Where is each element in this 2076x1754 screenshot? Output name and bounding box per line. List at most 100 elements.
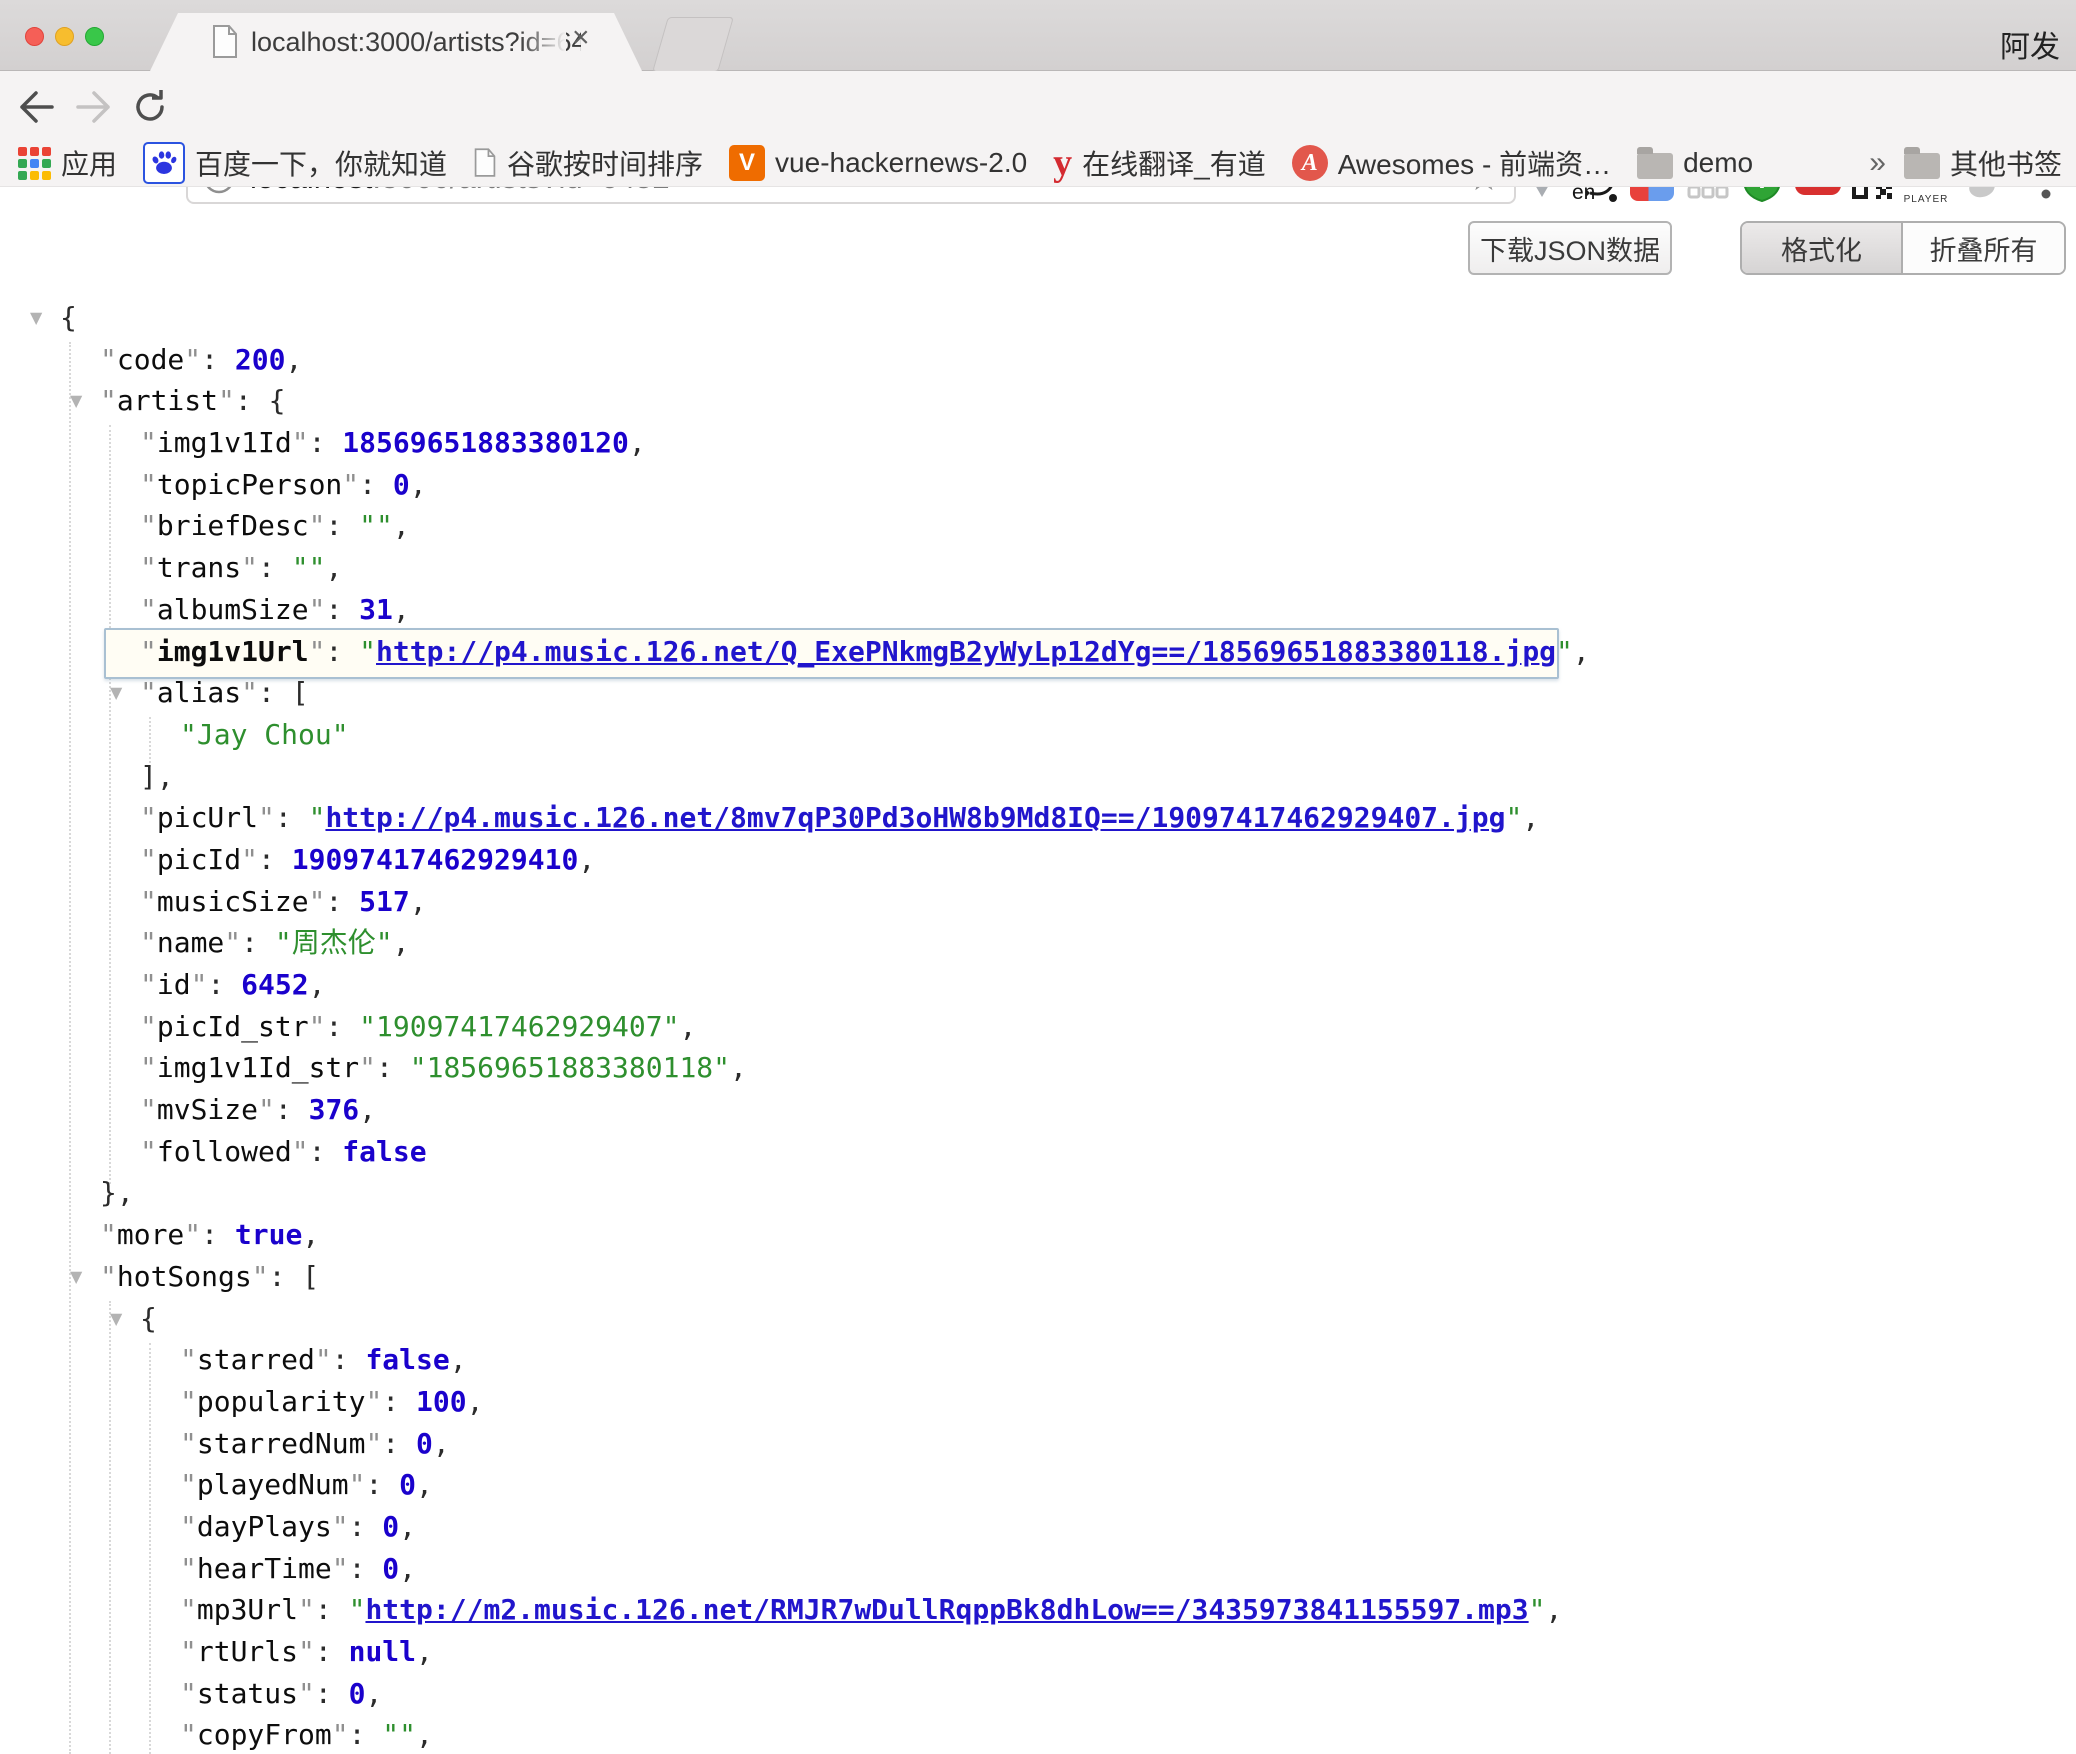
json-value: 100 (416, 1385, 467, 1418)
json-line: ▼{ (0, 297, 2076, 339)
bookmark-label: 百度一下，你就知道 (195, 143, 447, 183)
json-value: 6452 (241, 968, 308, 1001)
bookmark-folder-demo[interactable]: demo (1637, 147, 1753, 179)
bookmarks-overflow-chevron[interactable]: » (1869, 146, 1886, 180)
json-key-quote: " (342, 468, 359, 501)
json-line: "more": true, (0, 1214, 2076, 1256)
bookmark-baidu[interactable]: 百度一下，你就知道 (143, 142, 447, 184)
json-key-quote: " (100, 384, 117, 417)
bookmark-label: demo (1683, 147, 1753, 179)
json-key: starred (197, 1343, 315, 1376)
json-line: "playedNum": 0, (0, 1464, 2076, 1506)
json-key-quote: " (298, 1593, 315, 1626)
json-key-quote: " (184, 343, 201, 376)
bookmark-google-sort[interactable]: 谷歌按时间排序 (473, 143, 703, 183)
json-key-quote: " (100, 1218, 117, 1251)
json-line: ▼{ (0, 1298, 2076, 1340)
awesomes-icon: A (1292, 145, 1328, 181)
json-bracket: ], (140, 760, 174, 793)
json-line: ▼"hotSongs": [ (0, 1256, 2076, 1298)
json-tree: ▼{"code": 200,▼"artist": {"img1v1Id": 18… (0, 297, 2076, 1754)
json-key-quote: " (180, 1718, 197, 1751)
json-key-quote: " (140, 509, 157, 542)
json-line: "followed": false (0, 1131, 2076, 1173)
format-button[interactable]: 格式化 (1742, 223, 1903, 273)
json-link[interactable]: http://p4.music.126.net/8mv7qP30Pd3oHW8b… (325, 801, 1505, 834)
bookmark-label: 在线翻译_有道 (1082, 143, 1266, 183)
close-tab-button[interactable]: × (572, 18, 590, 58)
json-bracket: }, (100, 1176, 134, 1209)
reload-button[interactable] (128, 85, 172, 129)
json-key-quote: " (298, 1677, 315, 1710)
collapse-all-button[interactable]: 折叠所有 (1903, 223, 2064, 273)
json-key-quote: " (309, 1010, 326, 1043)
reload-icon (131, 88, 169, 126)
json-key-quote: " (191, 968, 208, 1001)
profile-name[interactable]: 阿发 (2000, 22, 2060, 66)
json-key: img1v1Id_str (157, 1051, 359, 1084)
back-button[interactable] (14, 85, 58, 129)
collapse-toggle-icon[interactable]: ▼ (70, 1256, 82, 1298)
collapse-toggle-icon[interactable]: ▼ (70, 380, 82, 422)
view-mode-toggle: 格式化 折叠所有 (1740, 221, 2066, 275)
json-link[interactable]: http://p4.music.126.net/Q_ExePNkmgB2yWyL… (376, 635, 1556, 668)
forward-button[interactable] (72, 85, 116, 129)
apps-shortcut[interactable]: 应用 (18, 143, 117, 183)
fullscreen-window-button[interactable] (85, 27, 104, 46)
indent-guide (109, 425, 111, 1184)
json-key: albumSize (157, 593, 309, 626)
browser-tab[interactable]: localhost:3000/artists?id=645 (150, 13, 642, 71)
json-line: "picId_str": "19097417462929407", (0, 1006, 2076, 1048)
json-key-quote: " (241, 551, 258, 584)
json-key: dayPlays (197, 1510, 332, 1543)
json-line: }, (0, 1172, 2076, 1214)
minimize-window-button[interactable] (55, 27, 74, 46)
json-key-quote: " (140, 926, 157, 959)
close-window-button[interactable] (25, 27, 44, 46)
json-key: code (117, 343, 184, 376)
collapse-toggle-icon[interactable]: ▼ (110, 1298, 122, 1340)
bookmark-vue-hackernews[interactable]: V vue-hackernews-2.0 (729, 145, 1027, 181)
json-bracket: { (140, 1302, 157, 1335)
apps-label: 应用 (61, 143, 117, 183)
json-string: "周杰伦" (275, 926, 393, 959)
toolbar: localhost:3000/artists?id=6452 ☆ 英 en (0, 71, 2076, 140)
tab-title-fade (520, 18, 566, 62)
download-json-button[interactable]: 下载JSON数据 (1468, 221, 1672, 275)
json-key-quote: " (140, 1010, 157, 1043)
json-value: 0 (416, 1427, 433, 1460)
json-key-quote: " (258, 1093, 275, 1126)
collapse-toggle-icon[interactable]: ▼ (30, 297, 42, 339)
back-icon (16, 89, 56, 125)
json-line: "mvSize": 376, (0, 1089, 2076, 1131)
json-value: null (349, 1635, 416, 1668)
json-string: "Jay Chou" (180, 718, 349, 751)
json-key: picId_str (157, 1010, 309, 1043)
json-value: 200 (235, 343, 286, 376)
json-key: topicPerson (157, 468, 342, 501)
json-key-quote: " (180, 1385, 197, 1418)
bookmark-youdao[interactable]: y 在线翻译_有道 (1053, 143, 1266, 183)
json-key-quote: " (224, 926, 241, 959)
json-key-quote: " (140, 468, 157, 501)
new-tab-button[interactable] (652, 17, 734, 72)
json-string: "18569651883380118" (410, 1051, 730, 1084)
json-key-quote: " (241, 676, 258, 709)
json-value: true (235, 1218, 302, 1251)
json-value: false (365, 1343, 449, 1376)
vue-hn-icon: V (729, 145, 765, 181)
json-value: 376 (309, 1093, 360, 1126)
other-bookmarks[interactable]: 其他书签 (1904, 143, 2062, 183)
json-key: status (197, 1677, 298, 1710)
json-link[interactable]: http://m2.music.126.net/RMJR7wDullRqppBk… (365, 1593, 1528, 1626)
other-bookmarks-label: 其他书签 (1950, 143, 2062, 183)
json-key-quote: " (140, 426, 157, 459)
bookmark-awesomes[interactable]: A Awesomes - 前端资… (1292, 143, 1611, 183)
json-key-quote: " (180, 1427, 197, 1460)
json-key-quote: " (140, 1135, 157, 1168)
collapse-toggle-icon[interactable]: ▼ (110, 672, 122, 714)
json-line: ▼"artist": { (0, 380, 2076, 422)
json-key-quote: " (180, 1510, 197, 1543)
json-key-quote: " (180, 1593, 197, 1626)
json-line: "popularity": 100, (0, 1381, 2076, 1423)
